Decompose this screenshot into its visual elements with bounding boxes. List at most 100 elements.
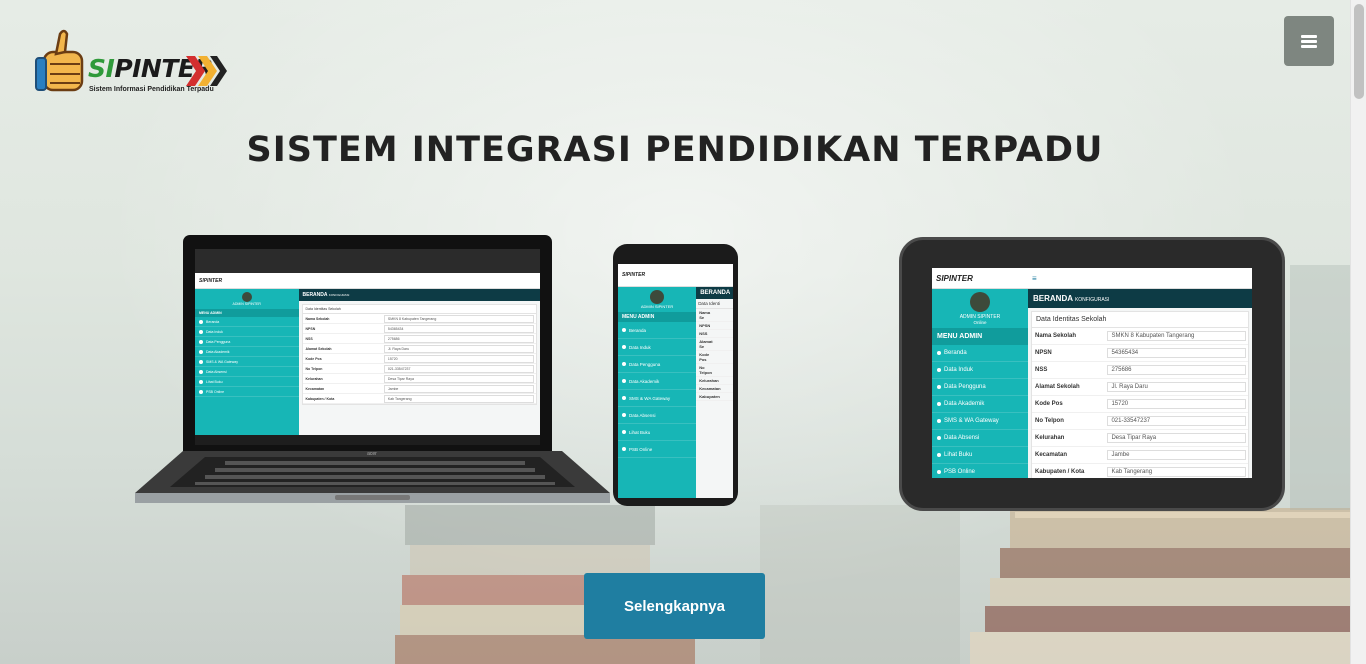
phone-app-user-name: ADMIN SIPINTER	[640, 304, 674, 310]
identity-field-row: Kelurahan	[696, 377, 733, 386]
identity-field-row: No Telpon 021-33547237	[1032, 413, 1248, 430]
side-menu-item: Data Induk	[618, 339, 697, 357]
identity-field-row: Kabupaten / Kota Kab Tangerang	[302, 394, 536, 405]
identity-field-row: NPSN 54365434	[302, 324, 536, 335]
side-menu-item: Data Induk	[195, 327, 299, 338]
menu-bullet-icon	[199, 319, 203, 324]
side-menu-item: Data Pengguna	[932, 379, 1028, 396]
identity-field-row: Kecamatan Jambe	[302, 384, 536, 395]
side-menu-item: Data Induk	[932, 362, 1028, 379]
side-menu-item: Lihat Buku	[932, 447, 1028, 464]
identity-field-row: Kelurahan Desa Tipar Raya	[1032, 430, 1248, 447]
identity-field-row: Kecamatan Jambe	[1032, 447, 1248, 464]
side-menu-item: PSB Online	[195, 387, 299, 398]
side-menu-item: Data Pengguna	[618, 356, 697, 374]
tablet-app-sidebar: ADMIN SIPINTER Online MENU ADMIN Beranda…	[932, 289, 1028, 478]
identity-field-row: Kode Pos	[696, 351, 733, 365]
hamburger-icon	[1301, 34, 1317, 48]
laptop-app-screenshot: SIPINTER ADMIN SIPINTER MENU ADMIN Beran…	[195, 273, 540, 435]
phone-app-panel-title: Data Identi	[696, 299, 733, 310]
identity-field-row: NPSN	[696, 322, 733, 331]
menu-bullet-icon	[622, 362, 626, 367]
menu-bullet-icon	[937, 368, 941, 372]
phone-app-brand: SIPINTER	[618, 264, 697, 287]
phone-app-avatar	[650, 290, 665, 305]
identity-field-row: Nama Sekolah SMKN 8 Kabupaten Tangerang	[1032, 328, 1248, 345]
menu-bullet-icon	[937, 419, 941, 423]
identity-field-row: Kabupaten / Kota Kab Tangerang	[1032, 464, 1248, 478]
thumbs-up-logo-icon	[35, 29, 84, 92]
selengkapnya-button[interactable]: Selengkapnya	[584, 573, 765, 639]
tablet-app-brand: SIPINTER	[932, 268, 1028, 288]
menu-bullet-icon	[622, 447, 626, 452]
tablet-app-user-status: Online	[973, 320, 987, 325]
identity-field-row: NSS 275686	[302, 334, 536, 345]
menu-bullet-icon	[622, 396, 626, 401]
tablet-app-header: BERANDA KONFIGURASI	[1028, 289, 1252, 308]
menu-bullet-icon	[199, 379, 203, 384]
identity-field-row: Kode Pos 15720	[1032, 396, 1248, 413]
side-menu-item: SMS & WA Gateway	[618, 390, 697, 408]
menu-bullet-icon	[622, 413, 626, 418]
identity-field-row: Nama Sekolah SMKN 8 Kabupaten Tangerang	[302, 314, 536, 325]
laptop-app-user-name: ADMIN SIPINTER	[232, 302, 261, 307]
side-menu-item: SMS & WA Gateway	[932, 413, 1028, 430]
menu-bullet-icon	[937, 470, 941, 474]
identity-field-row: Nama Se	[696, 309, 733, 323]
sipinter-logo[interactable]: SIPINTER Sistem Informasi Pendidikan Ter…	[34, 28, 234, 100]
side-menu-item: PSB Online	[618, 441, 697, 459]
side-menu-item: Lihat Buku	[618, 424, 697, 442]
side-menu-item: Data Akademik	[932, 396, 1028, 413]
scrollbar-thumb[interactable]	[1354, 4, 1364, 99]
phone-app-header: BERANDA	[696, 287, 733, 300]
menu-bullet-icon	[937, 453, 941, 457]
identity-field-row: Alamat Sekolah Jl. Raya Daru	[302, 344, 536, 355]
laptop-app-avatar	[241, 292, 252, 303]
laptop-app-menu-title: MENU ADMIN	[195, 309, 299, 318]
identity-field-row: Kelurahan Desa Tipar Raya	[302, 374, 536, 385]
menu-bullet-icon	[937, 351, 941, 355]
side-menu-item: Data Akademik	[195, 347, 299, 358]
laptop-taskbar	[195, 435, 540, 445]
identity-field-row: Kecamatan	[696, 385, 733, 394]
side-menu-item: Beranda	[195, 317, 299, 328]
side-menu-item: Beranda	[618, 322, 697, 340]
identity-field-row: Alamat Sekolah Jl. Raya Daru	[1032, 379, 1248, 396]
tablet-app-avatar	[970, 292, 990, 312]
laptop-keyboard-base: acer	[135, 451, 610, 503]
side-menu-item: SMS & WA Gateway	[195, 357, 299, 368]
phone-device: SIPINTER ADMIN SIPINTER MENU ADMIN Beran…	[613, 244, 738, 506]
menu-bullet-icon	[937, 385, 941, 389]
menu-bullet-icon	[199, 349, 203, 354]
tablet-app-screenshot: SIPINTER ≡ ADMIN SIPINTER Online MENU AD…	[932, 268, 1252, 478]
side-menu-item: Data Absensi	[618, 407, 697, 425]
laptop-browser-chrome	[195, 249, 540, 273]
menu-bullet-icon	[622, 328, 626, 333]
tablet-device: SIPINTER ≡ ADMIN SIPINTER Online MENU AD…	[899, 237, 1285, 511]
laptop-screen: SIPINTER ADMIN SIPINTER MENU ADMIN Beran…	[183, 235, 552, 451]
menu-bullet-icon	[199, 329, 203, 334]
menu-toggle-button[interactable]	[1284, 16, 1334, 66]
side-menu-item: Beranda	[932, 345, 1028, 362]
identity-field-row: NSS 275686	[1032, 362, 1248, 379]
menu-bullet-icon	[622, 379, 626, 384]
tablet-app-menu-title: MENU ADMIN	[932, 328, 1028, 345]
side-menu-item: Data Absensi	[932, 430, 1028, 447]
side-menu-item: Data Pengguna	[195, 337, 299, 348]
menu-bullet-icon	[937, 402, 941, 406]
menu-bullet-icon	[199, 389, 203, 394]
identity-field-row: No Telpon	[696, 364, 733, 378]
phone-app-sidebar: ADMIN SIPINTER MENU ADMIN Beranda Data In…	[618, 287, 697, 498]
logo-subtitle: Sistem Informasi Pendidikan Terpadu	[89, 86, 214, 93]
identity-field-row: Kabupaten	[696, 393, 733, 402]
menu-bullet-icon	[199, 369, 203, 374]
page-scrollbar[interactable]	[1350, 0, 1366, 664]
phone-app-menu-title: MENU ADMIN	[618, 312, 697, 323]
identity-field-row: Alamat Se	[696, 338, 733, 352]
menu-bullet-icon	[937, 436, 941, 440]
menu-bullet-icon	[622, 430, 626, 435]
tablet-app-menu-icon: ≡	[1032, 273, 1037, 283]
hero-title: SISTEM INTEGRASI PENDIDIKAN TERPADU	[246, 130, 1104, 170]
side-menu-item: Lihat Buku	[195, 377, 299, 388]
laptop-brand-label: acer	[367, 451, 377, 457]
